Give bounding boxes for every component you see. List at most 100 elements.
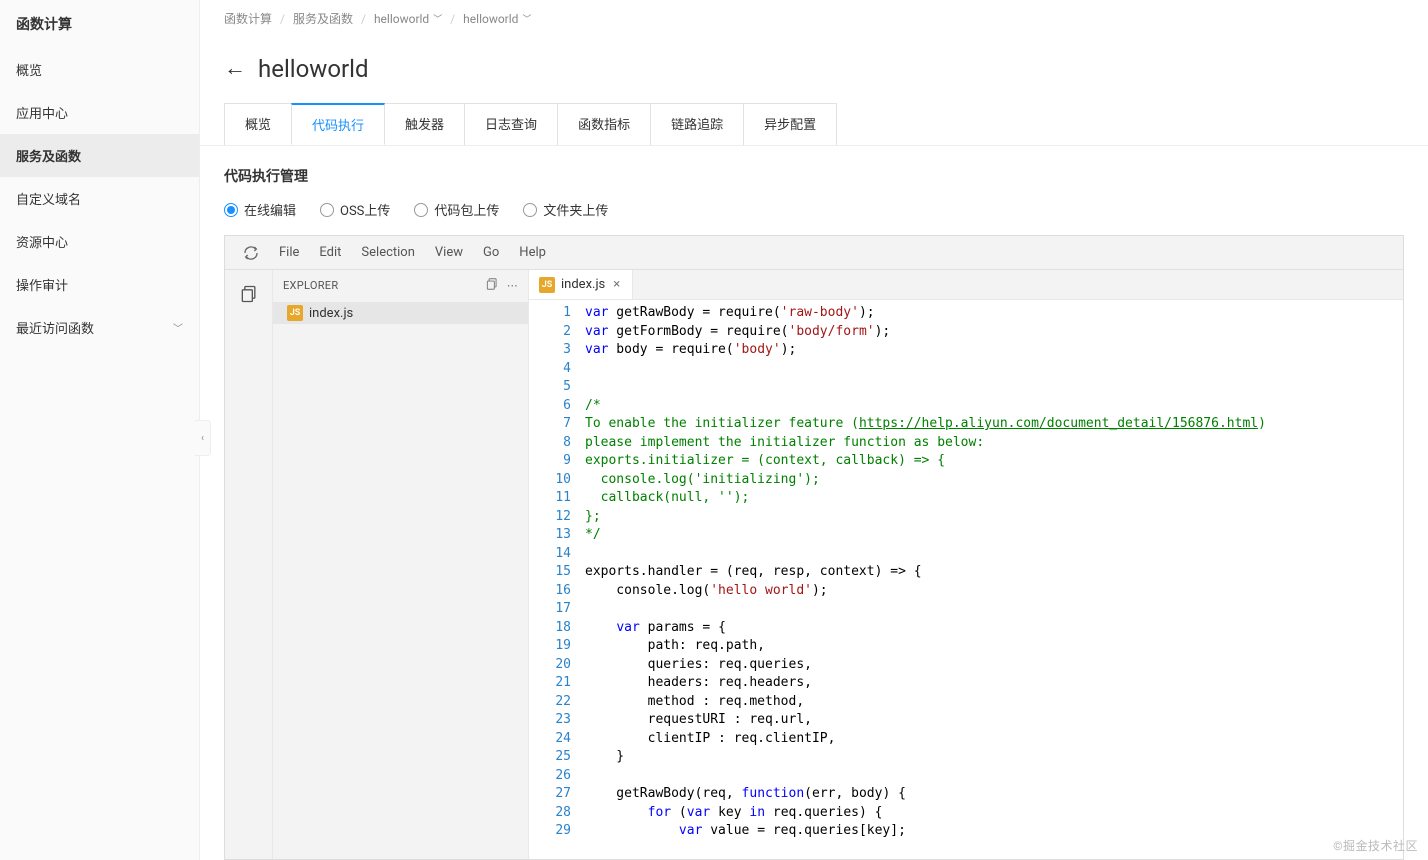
sidebar-item[interactable]: 资源中心 bbox=[0, 220, 199, 263]
code-line: var params = { bbox=[585, 619, 1403, 638]
line-number: 26 bbox=[529, 767, 571, 786]
radio-option[interactable]: 文件夹上传 bbox=[523, 200, 608, 219]
menu-item[interactable]: Selection bbox=[351, 241, 424, 264]
main: 函数计算/服务及函数/helloworld﹀/helloworld﹀ ← hel… bbox=[200, 0, 1428, 860]
code-line: console.log('hello world'); bbox=[585, 582, 1403, 601]
menu-item[interactable]: Edit bbox=[309, 241, 351, 264]
breadcrumb-item[interactable]: 函数计算 bbox=[224, 10, 272, 27]
editor-tab-label: index.js bbox=[561, 277, 605, 292]
line-number: 27 bbox=[529, 785, 571, 804]
collapse-all-icon[interactable] bbox=[485, 277, 499, 294]
code-line: please implement the initializer functio… bbox=[585, 434, 1403, 453]
editor-area: JS index.js × 12345678910111213141516171… bbox=[529, 270, 1403, 859]
explorer-tree: JS index.js bbox=[273, 300, 528, 326]
radio-label: 在线编辑 bbox=[244, 200, 296, 219]
editor-tab-indexjs[interactable]: JS index.js × bbox=[529, 270, 633, 299]
tab[interactable]: 概览 bbox=[224, 103, 292, 145]
close-icon[interactable]: × bbox=[611, 277, 622, 292]
files-icon[interactable] bbox=[233, 278, 265, 310]
sidebar-item[interactable]: 自定义域名 bbox=[0, 177, 199, 220]
code-line: var getFormBody = require('body/form'); bbox=[585, 323, 1403, 342]
code-line: queries: req.queries, bbox=[585, 656, 1403, 675]
tab[interactable]: 异步配置 bbox=[743, 103, 837, 145]
code-line: exports.initializer = (context, callback… bbox=[585, 452, 1403, 471]
explorer-header-actions: ⋯ bbox=[485, 277, 518, 294]
line-number: 6 bbox=[529, 397, 571, 416]
breadcrumb-item[interactable]: helloworld﹀ bbox=[374, 12, 442, 26]
line-number: 18 bbox=[529, 619, 571, 638]
tabs: 概览代码执行触发器日志查询函数指标链路追踪异步配置 bbox=[200, 103, 1428, 146]
tab[interactable]: 触发器 bbox=[384, 103, 465, 145]
line-number: 9 bbox=[529, 452, 571, 471]
radio-icon bbox=[523, 203, 537, 217]
upload-mode-radios: 在线编辑 OSS上传 代码包上传 文件夹上传 bbox=[200, 200, 1428, 235]
radio-option[interactable]: 在线编辑 bbox=[224, 200, 296, 219]
code-line: method : req.method, bbox=[585, 693, 1403, 712]
code-line: callback(null, ''); bbox=[585, 489, 1403, 508]
menu-item[interactable]: View bbox=[425, 241, 473, 264]
code-line bbox=[585, 360, 1403, 379]
radio-option[interactable]: 代码包上传 bbox=[414, 200, 499, 219]
line-number: 13 bbox=[529, 526, 571, 545]
file-tree-item[interactable]: JS index.js bbox=[273, 302, 528, 324]
line-number: 24 bbox=[529, 730, 571, 749]
code-line: var body = require('body'); bbox=[585, 341, 1403, 360]
code-line bbox=[585, 600, 1403, 619]
code-line: clientIP : req.clientIP, bbox=[585, 730, 1403, 749]
sidebar-item[interactable]: 操作审计 bbox=[0, 263, 199, 306]
code-area[interactable]: 1234567891011121314151617181920212223242… bbox=[529, 300, 1403, 859]
page-title-row: ← helloworld bbox=[200, 37, 1428, 103]
tab[interactable]: 函数指标 bbox=[557, 103, 651, 145]
section-title: 代码执行管理 bbox=[200, 146, 1428, 200]
ide-menubar: FileEditSelectionViewGoHelp bbox=[225, 236, 1403, 270]
sidebar-item-label: 自定义域名 bbox=[16, 189, 81, 208]
tab[interactable]: 代码执行 bbox=[291, 103, 385, 145]
line-number: 10 bbox=[529, 471, 571, 490]
sidebar-item-label: 资源中心 bbox=[16, 232, 68, 251]
breadcrumb-separator: / bbox=[450, 12, 455, 26]
code-line: To enable the initializer feature (https… bbox=[585, 415, 1403, 434]
line-number: 2 bbox=[529, 323, 571, 342]
menu-item[interactable]: Go bbox=[473, 241, 509, 264]
sidebar-item[interactable]: 服务及函数 bbox=[0, 134, 199, 177]
code-content[interactable]: var getRawBody = require('raw-body');var… bbox=[585, 300, 1403, 859]
code-line bbox=[585, 767, 1403, 786]
js-file-icon: JS bbox=[539, 277, 555, 293]
code-line bbox=[585, 378, 1403, 397]
breadcrumb-item[interactable]: helloworld﹀ bbox=[463, 12, 531, 26]
page-title: helloworld bbox=[258, 55, 369, 83]
explorer-panel: EXPLORER ⋯ JS index.js bbox=[273, 270, 529, 859]
radio-label: 代码包上传 bbox=[434, 200, 499, 219]
file-name: index.js bbox=[309, 306, 353, 321]
radio-option[interactable]: OSS上传 bbox=[320, 200, 390, 219]
sidebar-items: 概览应用中心服务及函数自定义域名资源中心操作审计最近访问函数﹀ bbox=[0, 48, 199, 349]
ide-sync-icon[interactable] bbox=[235, 245, 267, 261]
menu-item[interactable]: File bbox=[269, 241, 309, 264]
code-line: exports.handler = (req, resp, context) =… bbox=[585, 563, 1403, 582]
line-number: 28 bbox=[529, 804, 571, 823]
line-number: 16 bbox=[529, 582, 571, 601]
sidebar-item[interactable]: 应用中心 bbox=[0, 91, 199, 134]
tab[interactable]: 链路追踪 bbox=[650, 103, 744, 145]
code-line: console.log('initializing'); bbox=[585, 471, 1403, 490]
sidebar-item[interactable]: 最近访问函数﹀ bbox=[0, 306, 199, 349]
line-number: 21 bbox=[529, 674, 571, 693]
more-icon[interactable]: ⋯ bbox=[507, 279, 518, 292]
line-number: 8 bbox=[529, 434, 571, 453]
tab[interactable]: 日志查询 bbox=[464, 103, 558, 145]
menu-item[interactable]: Help bbox=[509, 241, 556, 264]
code-line: */ bbox=[585, 526, 1403, 545]
sidebar-collapse-handle[interactable]: ‹ bbox=[195, 420, 211, 456]
breadcrumb-item[interactable]: 服务及函数 bbox=[293, 10, 353, 27]
code-line: var getRawBody = require('raw-body'); bbox=[585, 304, 1403, 323]
radio-label: 文件夹上传 bbox=[543, 200, 608, 219]
sidebar-item[interactable]: 概览 bbox=[0, 48, 199, 91]
line-number: 17 bbox=[529, 600, 571, 619]
sidebar-item-label: 服务及函数 bbox=[16, 146, 81, 165]
sidebar-item-label: 最近访问函数 bbox=[16, 318, 94, 337]
code-line: for (var key in req.queries) { bbox=[585, 804, 1403, 823]
code-line: requestURI : req.url, bbox=[585, 711, 1403, 730]
back-arrow-icon[interactable]: ← bbox=[224, 58, 246, 80]
js-file-icon: JS bbox=[287, 305, 303, 321]
code-line: var value = req.queries[key]; bbox=[585, 822, 1403, 841]
